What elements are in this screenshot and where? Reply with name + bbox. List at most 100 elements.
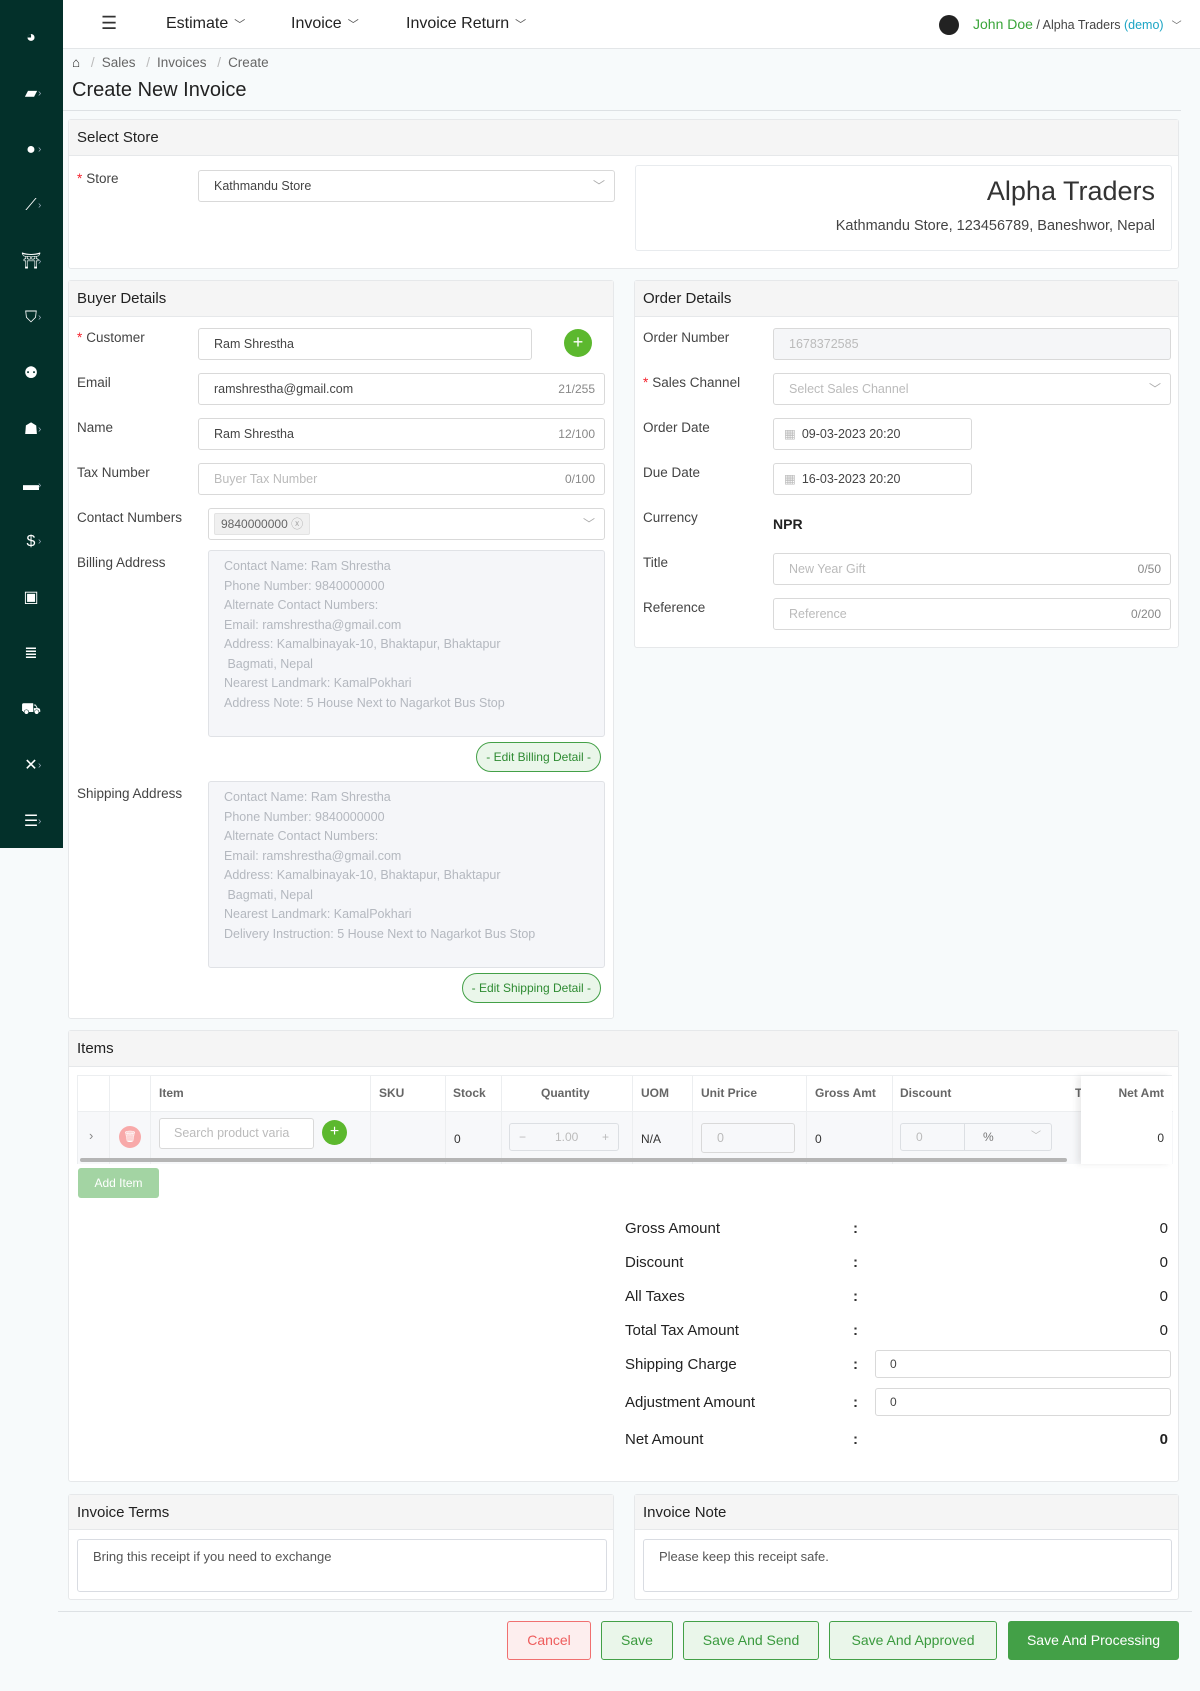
contact-numbers-select[interactable]: 9840000000 ⓧ ﹀ xyxy=(208,508,605,540)
customer-input[interactable]: Ram Shrestha xyxy=(198,328,532,360)
payment-icon[interactable]: $ › xyxy=(18,532,44,552)
tools-icon[interactable]: ✕ › xyxy=(18,756,44,776)
divider xyxy=(63,110,1181,111)
total-value: 0 xyxy=(1159,1322,1168,1339)
tax-label: Tax Number xyxy=(77,465,150,480)
sales-channel-select[interactable]: Select Sales Channel ﹀ xyxy=(773,373,1171,405)
discount-type-select[interactable]: % xyxy=(983,1124,994,1150)
due-date-label: Due Date xyxy=(643,465,701,480)
product-search-input[interactable]: Search product varia xyxy=(159,1118,314,1149)
net-amount: 0 xyxy=(1157,1131,1164,1145)
delete-row-icon[interactable]: 🗑 xyxy=(119,1126,141,1148)
column-header: Unit Price xyxy=(701,1086,758,1100)
title-field[interactable]: New Year Gift 0/50 xyxy=(773,553,1171,585)
edit-billing-button[interactable]: - Edit Billing Detail - xyxy=(476,742,601,772)
wallet-icon[interactable]: ▬ › xyxy=(18,476,44,496)
edit-shipping-button[interactable]: - Edit Shipping Detail - xyxy=(461,973,601,1003)
menu-toggle-icon[interactable]: ☰ xyxy=(101,13,117,34)
basket-icon[interactable]: ⛉ › xyxy=(18,308,44,328)
customer-label: * Customer xyxy=(77,330,145,345)
invoice-terms-card: Invoice Terms Bring this receipt if you … xyxy=(68,1494,614,1600)
chevron-down-icon: ﹀ xyxy=(592,179,605,193)
column-header: Quantity xyxy=(541,1086,590,1100)
uom-value: N/A xyxy=(641,1132,662,1146)
report-icon[interactable]: ≣ xyxy=(18,644,44,664)
store-select[interactable]: Kathmandu Store ﹀ xyxy=(198,170,615,202)
save-and-approved-button[interactable]: Save And Approved xyxy=(829,1621,997,1660)
catalog-icon[interactable]: ▰ › xyxy=(18,84,44,104)
column-header: UOM xyxy=(641,1086,669,1100)
total-value: 0 xyxy=(1159,1431,1168,1448)
breadcrumb: ⌂ / Sales / Invoices / Create xyxy=(72,55,269,70)
sales-channel-label: * Sales Channel xyxy=(643,375,741,390)
nav-invoice-return[interactable]: Invoice Return ﹀ xyxy=(406,15,526,33)
box-icon[interactable]: ▣ xyxy=(18,588,44,608)
total-label: Adjustment Amount xyxy=(625,1394,756,1411)
calendar-icon: ▦ xyxy=(784,472,796,486)
email-field[interactable]: ramshrestha@gmail.com 21/255 xyxy=(198,373,605,405)
breadcrumb-invoices[interactable]: Invoices xyxy=(157,55,207,70)
shipping-address-textarea[interactable]: Contact Name: Ram Shrestha Phone Number: … xyxy=(208,781,605,968)
cancel-button[interactable]: Cancel xyxy=(507,1621,591,1660)
checklist-icon[interactable]: ☰ › xyxy=(18,812,44,832)
column-header: Net Amt xyxy=(1118,1086,1164,1100)
shipping-charge-input[interactable]: 0 xyxy=(875,1350,1171,1378)
nav-invoice[interactable]: Invoice ﹀ xyxy=(291,15,359,33)
name-field[interactable]: Ram Shrestha 12/100 xyxy=(198,418,605,450)
column-header: Item xyxy=(159,1086,184,1100)
expand-row-icon[interactable]: › xyxy=(89,1128,93,1143)
colon: : xyxy=(853,1431,858,1448)
unit-price-input[interactable]: 0 xyxy=(701,1123,795,1153)
user-icon[interactable]: ● › xyxy=(18,140,44,160)
quantity-stepper[interactable]: −1.00 + xyxy=(509,1123,619,1151)
divider xyxy=(58,1611,1192,1612)
dashboard-icon[interactable]: ◕ xyxy=(18,28,44,48)
user-menu[interactable]: John Doe / Alpha Traders (demo) ﹀ xyxy=(973,16,1182,32)
name-label: Name xyxy=(77,420,114,435)
chart-icon[interactable]: ⟋ › xyxy=(18,196,44,216)
colon: : xyxy=(853,1322,858,1339)
remove-tag-icon[interactable]: ⓧ xyxy=(291,517,303,531)
total-value: 0 xyxy=(1159,1288,1168,1305)
store-icon[interactable]: ⛩ › xyxy=(18,252,44,272)
users-group-icon[interactable]: ⚉ xyxy=(18,364,44,384)
add-item-button[interactable]: Add Item xyxy=(78,1168,159,1198)
tax-number-field[interactable]: Buyer Tax Number 0/100 xyxy=(198,463,605,495)
colon: : xyxy=(853,1356,858,1373)
minus-icon: − xyxy=(519,1130,527,1144)
breadcrumb-sales[interactable]: Sales xyxy=(102,55,136,70)
add-product-button[interactable]: + xyxy=(322,1120,347,1145)
card-title: Invoice Note xyxy=(635,1495,1178,1530)
billing-address-textarea[interactable]: Contact Name: Ram Shrestha Phone Number: … xyxy=(208,550,605,737)
invoice-terms-textarea[interactable]: Bring this receipt if you need to exchan… xyxy=(77,1539,607,1592)
colon: : xyxy=(853,1254,858,1271)
invoice-note-textarea[interactable]: Please keep this receipt safe. xyxy=(643,1539,1172,1592)
save-and-processing-button[interactable]: Save And Processing xyxy=(1008,1621,1179,1660)
horizontal-scrollbar[interactable] xyxy=(80,1158,1067,1162)
employee-icon[interactable]: ☗ › xyxy=(18,420,44,440)
top-header: ☰ Estimate ﹀ Invoice ﹀ Invoice Return ﹀ Joh… xyxy=(63,0,1200,49)
page-title: Create New Invoice xyxy=(72,79,247,101)
save-button[interactable]: Save xyxy=(601,1621,673,1660)
adjustment-amount-input[interactable]: 0 xyxy=(875,1388,1171,1416)
order-date-picker[interactable]: ▦ 09-03-2023 20:20 xyxy=(773,418,972,450)
save-and-send-button[interactable]: Save And Send xyxy=(683,1621,819,1660)
discount-input[interactable]: 0% ﹀ xyxy=(900,1123,1052,1151)
truck-icon[interactable]: ⛟ xyxy=(18,700,44,720)
demo-badge: (demo) xyxy=(1123,18,1164,32)
store-address: Kathmandu Store, 123456789, Baneshwor, N… xyxy=(835,218,1155,234)
card-title: Invoice Terms xyxy=(69,1495,613,1530)
nav-estimate[interactable]: Estimate ﹀ xyxy=(166,15,245,33)
github-icon[interactable] xyxy=(939,15,959,35)
chevron-down-icon: ﹀ xyxy=(582,517,595,531)
order-number-field: 1678372585 xyxy=(773,328,1171,360)
colon: : xyxy=(853,1394,858,1411)
chevron-down-icon: ﹀ xyxy=(515,19,527,31)
total-label: Gross Amount xyxy=(625,1220,721,1237)
due-date-picker[interactable]: ▦ 16-03-2023 20:20 xyxy=(773,463,972,495)
add-customer-button[interactable]: + xyxy=(564,329,592,357)
card-title: Select Store xyxy=(69,120,1178,156)
home-icon[interactable]: ⌂ xyxy=(72,55,80,70)
reference-field[interactable]: Reference 0/200 xyxy=(773,598,1171,630)
buyer-details-card: Buyer Details * Customer Ram Shrestha + E… xyxy=(68,280,614,1019)
